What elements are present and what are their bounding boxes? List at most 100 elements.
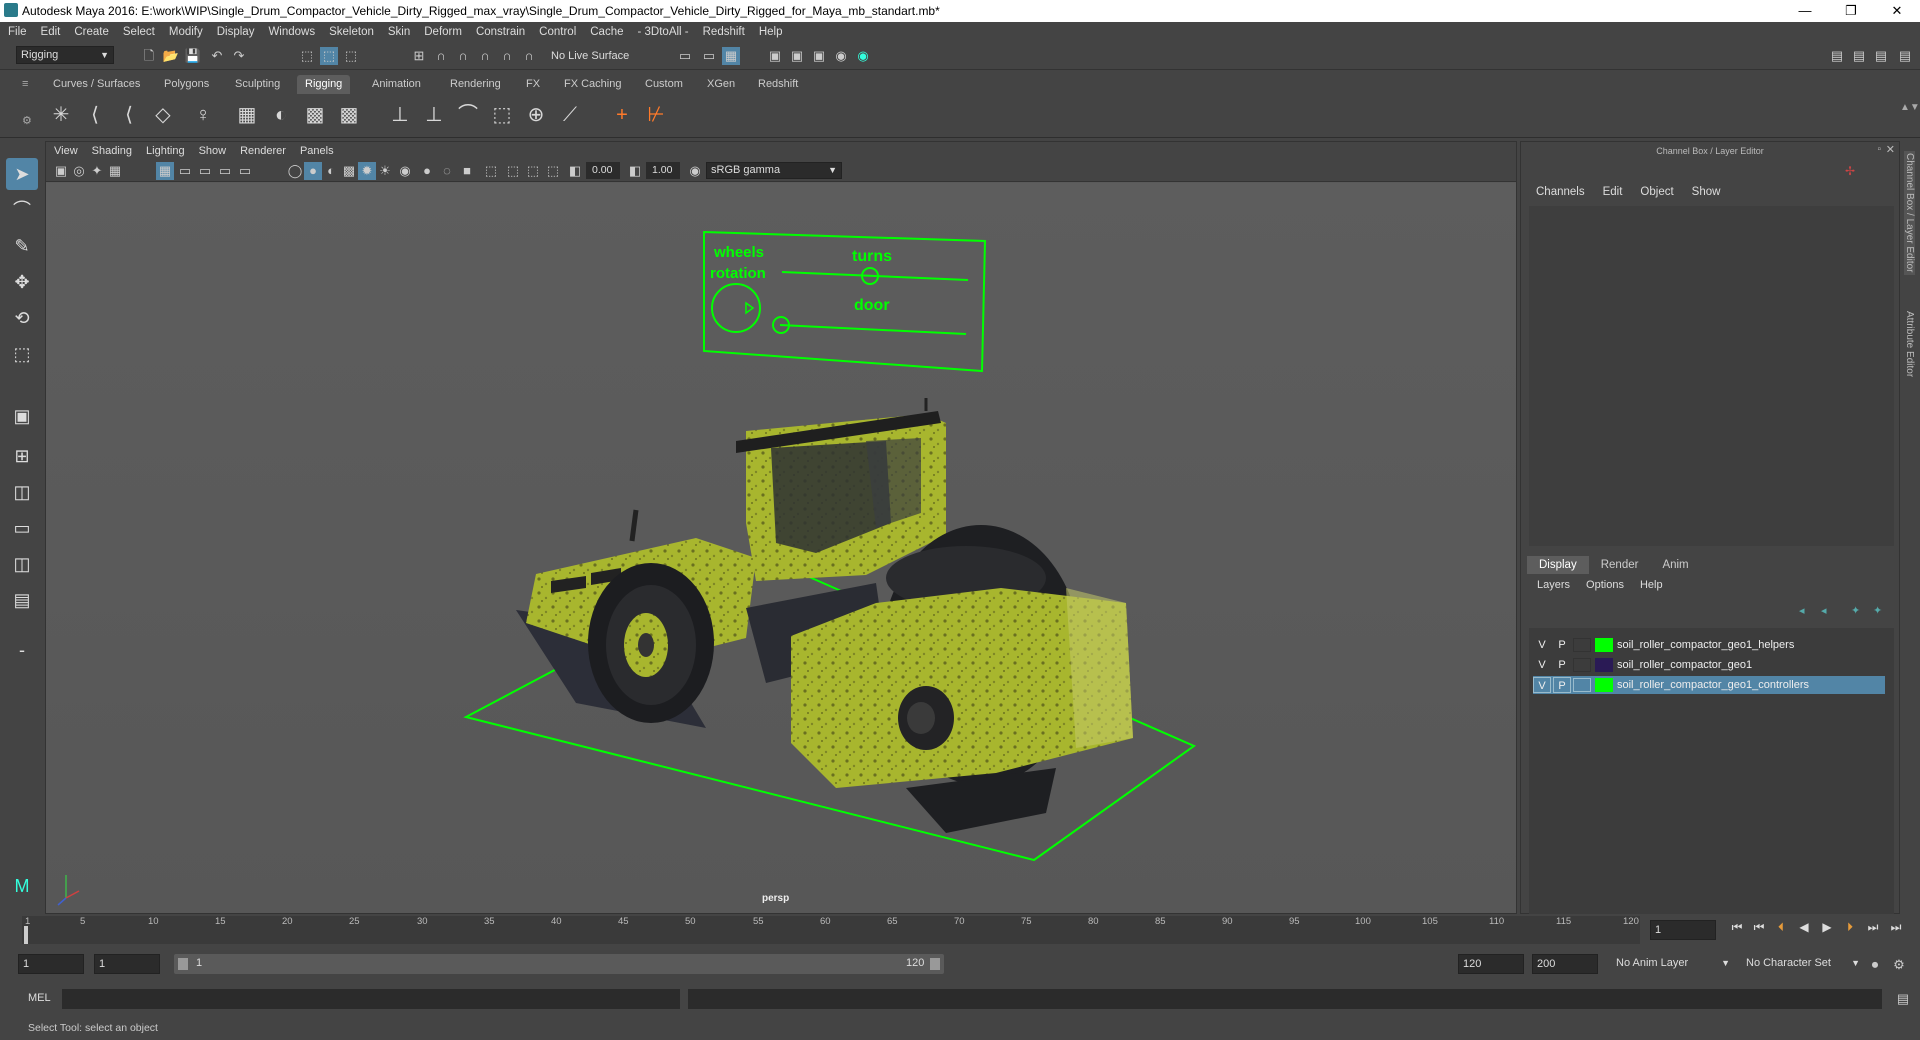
shadows-icon[interactable]: ☀ [376, 162, 394, 180]
persp-graph-icon[interactable]: ▭ [6, 512, 38, 544]
le-tab-render[interactable]: Render [1589, 556, 1651, 574]
3d-viewport[interactable]: wheels rotation turns door [46, 183, 1516, 913]
depth-of-field-icon[interactable]: ■ [458, 162, 476, 180]
shelf-tab-fx[interactable]: FX [518, 75, 548, 94]
minimize-button[interactable]: — [1782, 3, 1828, 19]
restore-button[interactable]: ❐ [1828, 3, 1874, 19]
exposure-field[interactable]: 0.00 [586, 162, 620, 179]
motion-blur-icon[interactable]: ● [418, 162, 436, 180]
vp-menu-view[interactable]: View [54, 145, 78, 157]
persp-outliner-icon[interactable]: ◫ [6, 548, 38, 580]
menu-file[interactable]: File [8, 26, 27, 38]
auto-key-icon[interactable]: ⏺ [1866, 956, 1884, 974]
layer-type-toggle[interactable] [1573, 638, 1591, 652]
image-plane-icon[interactable]: ▦ [106, 162, 124, 180]
cb-menu-edit[interactable]: Edit [1603, 186, 1623, 198]
select-component-icon[interactable]: ⬚ [342, 47, 360, 65]
range-end-handle[interactable] [930, 958, 940, 970]
end-time-field[interactable]: 200 [1532, 954, 1598, 974]
menu-edit[interactable]: Edit [41, 26, 61, 38]
insert-joint-icon[interactable]: ◇ [148, 100, 178, 130]
layer-name[interactable]: soil_roller_compactor_geo1 [1617, 659, 1752, 671]
smooth-bind-icon[interactable]: ◐ [266, 100, 296, 130]
layer-playback-toggle[interactable]: P [1553, 657, 1571, 673]
gamma-icon[interactable]: ◧ [626, 162, 644, 180]
shelf-tab-polygons[interactable]: Polygons [156, 75, 217, 94]
layer-visibility-toggle[interactable]: V [1533, 637, 1551, 653]
layer-color-swatch[interactable] [1595, 678, 1613, 692]
new-layer-selected-icon[interactable]: ✦ [1873, 604, 1882, 617]
step-forward-key-icon[interactable]: ⏵ [1841, 918, 1859, 936]
mirror-joint-icon[interactable]: ⊥ [385, 100, 415, 130]
range-start-handle[interactable] [178, 958, 188, 970]
wireframe-on-shaded-icon[interactable]: ◐ [322, 162, 340, 180]
use-lights-icon[interactable]: ✹ [358, 162, 376, 180]
channel-box-icon[interactable]: ▤ [1896, 47, 1914, 65]
layer-type-toggle[interactable] [1573, 678, 1591, 692]
menu-modify[interactable]: Modify [169, 26, 203, 38]
gamma-field[interactable]: 1.00 [646, 162, 680, 179]
select-tool-icon[interactable]: ➤ [6, 158, 38, 190]
cluster-icon[interactable]: ▩ [334, 100, 364, 130]
menu-deform[interactable]: Deform [424, 26, 462, 38]
ik-spline-icon[interactable]: ⟨ [114, 100, 144, 130]
vp-menu-renderer[interactable]: Renderer [240, 145, 286, 157]
menu-create[interactable]: Create [74, 26, 109, 38]
color-space-dropdown[interactable]: sRGB gamma ▼ [706, 162, 842, 179]
ik-handle-icon[interactable]: ⟨ [80, 100, 110, 130]
input-output-icon[interactable]: ▭ [676, 47, 694, 65]
xray-icon[interactable]: ⬚ [504, 162, 522, 180]
menu-skin[interactable]: Skin [388, 26, 410, 38]
aim-constraint-icon[interactable]: ⊬ [641, 100, 671, 130]
resolution-gate-icon[interactable]: ▭ [196, 162, 214, 180]
ambient-occlusion-icon[interactable]: ◉ [396, 162, 414, 180]
layer-name[interactable]: soil_roller_compactor_geo1_helpers [1617, 639, 1794, 651]
vp-menu-lighting[interactable]: Lighting [146, 145, 185, 157]
field-chart-icon[interactable]: ▭ [236, 162, 254, 180]
human-ik-icon[interactable]: ♀ [188, 100, 218, 130]
textured-icon[interactable]: ▩ [340, 162, 358, 180]
construction-history-icon[interactable]: ▭ [700, 47, 718, 65]
move-tool-icon[interactable]: ✥ [6, 266, 38, 298]
new-layer-icon[interactable]: ✦ [1851, 604, 1860, 617]
lattice-icon[interactable]: ▩ [300, 100, 330, 130]
layer-visibility-toggle[interactable]: V [1533, 677, 1551, 693]
bookmark-icon[interactable]: ✦ [88, 162, 106, 180]
shelf-tab-fx-caching[interactable]: FX Caching [556, 75, 629, 94]
render-view-icon[interactable]: ▦ [722, 47, 740, 65]
save-scene-icon[interactable]: 💾 [184, 47, 202, 65]
manip-icon[interactable]: ✢ [1845, 164, 1855, 178]
new-scene-icon[interactable]: 🗋 [140, 47, 158, 65]
paint-weights-icon[interactable]: ⌒ [453, 100, 483, 130]
side-tab-attribute-editor[interactable]: Attribute Editor [1904, 311, 1915, 377]
le-tab-anim[interactable]: Anim [1650, 556, 1700, 574]
menu-help[interactable]: Help [759, 26, 783, 38]
menu-redshift[interactable]: Redshift [703, 26, 745, 38]
xray-joints-icon[interactable]: ⬚ [524, 162, 542, 180]
layer-color-swatch[interactable] [1595, 658, 1613, 672]
select-object-icon[interactable]: ⬚ [320, 47, 338, 65]
open-scene-icon[interactable]: 📂 [162, 47, 180, 65]
snap-point-icon[interactable]: ∩ [454, 47, 472, 65]
step-back-key-icon[interactable]: ⏴ [1772, 918, 1790, 936]
shelf-tab-rendering[interactable]: Rendering [442, 75, 509, 94]
tool-settings-icon[interactable]: ▤ [1872, 47, 1890, 65]
menu-select[interactable]: Select [123, 26, 155, 38]
live-surface-label[interactable]: No Live Surface [551, 50, 629, 62]
shelf-tab-rigging[interactable]: Rigging [297, 75, 351, 94]
shelf-tab-curves[interactable]: Curves / Surfaces [45, 75, 148, 94]
current-frame-field[interactable]: 1 [1650, 920, 1716, 940]
anti-alias-icon[interactable]: ◌ [438, 162, 456, 180]
playback-start-field[interactable]: 1 [94, 954, 160, 974]
shelf-options-icon[interactable]: ⚙ [22, 114, 32, 127]
camera-select-icon[interactable]: ▣ [52, 162, 70, 180]
snap-grid-icon[interactable]: ⊞ [410, 47, 428, 65]
go-to-start-icon[interactable]: ⏮ [1728, 918, 1746, 936]
le-menu-layers[interactable]: Layers [1537, 579, 1570, 591]
start-time-field[interactable]: 1 [18, 954, 84, 974]
move-layer-down-icon[interactable]: ◂ [1821, 604, 1827, 617]
le-menu-options[interactable]: Options [1586, 579, 1624, 591]
vp-menu-shading[interactable]: Shading [92, 145, 132, 157]
two-pane-icon[interactable]: ◫ [6, 476, 38, 508]
menu-display[interactable]: Display [217, 26, 255, 38]
